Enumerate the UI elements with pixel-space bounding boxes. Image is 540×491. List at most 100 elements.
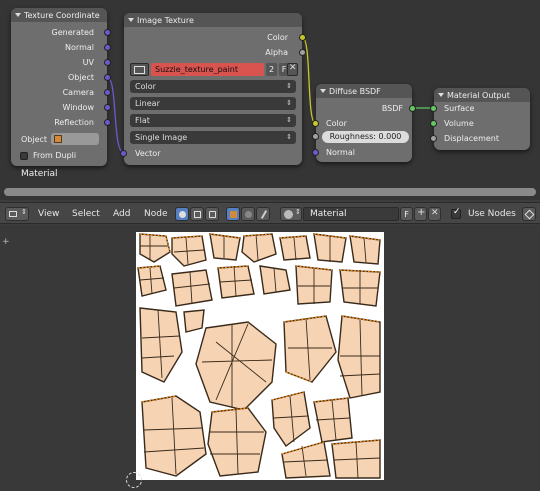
node-header[interactable]: Texture Coordinate <box>11 8 107 22</box>
output-alpha: Alpha <box>265 48 288 57</box>
image-browse-button[interactable] <box>130 63 149 76</box>
chevron-updown-icon: ⇕ <box>286 116 292 124</box>
socket-uv[interactable] <box>104 59 111 66</box>
node-title: Material Output <box>447 90 510 100</box>
menu-select[interactable]: Select <box>72 203 100 225</box>
uv-island <box>283 315 337 383</box>
socket-roughness-in[interactable] <box>312 133 319 140</box>
menu-node[interactable]: Node <box>144 203 168 225</box>
checkmark-icon: ✓ <box>453 207 461 217</box>
chevron-down-icon: ⇕ <box>295 208 301 216</box>
material-sphere-icon <box>284 210 293 219</box>
unlink-material-button[interactable]: ✕ <box>428 207 441 221</box>
from-dupli-checkbox[interactable] <box>20 152 28 160</box>
chevron-updown-icon: ⇕ <box>286 82 292 90</box>
use-nodes-checkbox[interactable]: ✓ <box>451 207 461 219</box>
uv-islands <box>137 233 381 479</box>
input-normal-label: Normal <box>326 148 355 157</box>
menu-view[interactable]: View <box>38 203 59 225</box>
texture-icon <box>194 211 201 218</box>
socket-object[interactable] <box>104 74 111 81</box>
output-object: Object <box>67 73 94 82</box>
texture-type-button[interactable] <box>190 207 204 221</box>
node-header[interactable]: Image Texture <box>124 13 302 27</box>
output-camera: Camera <box>62 88 94 97</box>
color-space-value: Color <box>135 82 156 91</box>
socket-camera[interactable] <box>104 89 111 96</box>
uv-island <box>183 309 205 333</box>
compositing-type-button[interactable] <box>205 207 219 221</box>
unlink-image-button[interactable]: ✕ <box>287 63 298 76</box>
material-output-node[interactable]: Material Output Surface Volume Displacem… <box>430 88 530 150</box>
uv-island <box>337 315 381 399</box>
socket-generated[interactable] <box>104 29 111 36</box>
socket-surface-in[interactable] <box>430 105 437 112</box>
projection-value: Flat <box>135 116 150 125</box>
image-selector-row: Suzzie_texture_paint 2 F <box>130 63 296 76</box>
node-header[interactable]: Diffuse BSDF <box>316 84 412 98</box>
texture-coordinate-node[interactable]: Texture Coordinate Generated Normal UV O… <box>11 8 111 166</box>
uv-texture-image[interactable] <box>136 232 384 480</box>
socket-vector-in[interactable] <box>120 150 127 157</box>
frame-label: Material <box>21 169 58 179</box>
material-name-field[interactable]: Material <box>303 207 399 221</box>
node-header[interactable]: Material Output <box>434 88 530 102</box>
node-title: Diffuse BSDF <box>329 86 381 96</box>
chevron-updown-icon: ⇕ <box>286 99 292 107</box>
cube-icon <box>230 211 237 218</box>
socket-color-in[interactable] <box>312 120 319 127</box>
source-dropdown[interactable]: Single Image ⇕ <box>130 131 296 144</box>
pin-icon <box>524 209 535 220</box>
socket-displacement-in[interactable] <box>430 135 437 142</box>
diffuse-bsdf-node[interactable]: Diffuse BSDF BSDF Color Roughness: 0.000… <box>312 84 416 162</box>
corner-cross-icon: + <box>2 237 10 247</box>
compositing-icon <box>209 211 216 218</box>
socket-bsdf-out[interactable] <box>409 105 416 112</box>
plus-icon: + <box>417 207 426 218</box>
socket-window[interactable] <box>104 104 111 111</box>
output-generated: Generated <box>51 28 94 37</box>
node-editor-area[interactable]: Texture Coordinate Generated Normal UV O… <box>0 0 540 200</box>
socket-reflection[interactable] <box>104 119 111 126</box>
menu-add[interactable]: Add <box>113 203 130 225</box>
image-icon <box>134 66 145 74</box>
image-name-field[interactable]: Suzzie_texture_paint <box>151 63 264 76</box>
editor-type-button[interactable]: ⇕ <box>5 207 29 221</box>
linestyle-shader-button[interactable] <box>256 207 270 221</box>
collapse-triangle-icon[interactable] <box>15 13 21 17</box>
socket-normal[interactable] <box>104 44 111 51</box>
close-icon: ✕ <box>289 63 297 73</box>
collapse-triangle-icon[interactable] <box>438 93 444 97</box>
object-field[interactable] <box>51 133 99 145</box>
world-shader-button[interactable] <box>241 207 255 221</box>
use-nodes-label: Use Nodes <box>468 209 516 219</box>
projection-dropdown[interactable]: Flat ⇕ <box>130 114 296 127</box>
socket-color-out[interactable] <box>299 34 306 41</box>
uv-island <box>241 233 277 263</box>
object-shader-button[interactable] <box>226 207 240 221</box>
collapse-triangle-icon[interactable] <box>320 89 326 93</box>
socket-alpha-out[interactable] <box>299 49 306 56</box>
node-editor-header: ⇕ View Select Add Node ⇕ Material F + ✕ … <box>0 202 540 224</box>
shader-type-button[interactable] <box>175 207 189 221</box>
object-label: Object <box>21 135 48 144</box>
image-texture-node[interactable]: Image Texture Color Alpha Suzzie_texture… <box>120 13 306 165</box>
new-material-button[interactable]: + <box>414 207 427 221</box>
2d-cursor-icon <box>126 472 142 488</box>
socket-normal-in[interactable] <box>312 149 319 156</box>
material-browse-button[interactable]: ⇕ <box>280 207 302 221</box>
image-users-count[interactable]: 2 <box>266 63 277 76</box>
roughness-field[interactable]: Roughness: 0.000 <box>322 131 409 143</box>
color-space-dropdown[interactable]: Color ⇕ <box>130 80 296 93</box>
snap-button[interactable] <box>522 207 536 221</box>
horizontal-scrollbar[interactable] <box>4 188 536 196</box>
collapse-triangle-icon[interactable] <box>128 18 134 22</box>
socket-volume-in[interactable] <box>430 120 437 127</box>
brush-icon <box>260 210 268 219</box>
node-title: Image Texture <box>137 15 194 25</box>
material-fake-user-button[interactable]: F <box>400 207 413 221</box>
output-bsdf: BSDF <box>381 104 403 113</box>
node-title: Texture Coordinate <box>24 10 100 20</box>
input-displacement-label: Displacement <box>444 134 499 143</box>
interpolation-dropdown[interactable]: Linear ⇕ <box>130 97 296 110</box>
